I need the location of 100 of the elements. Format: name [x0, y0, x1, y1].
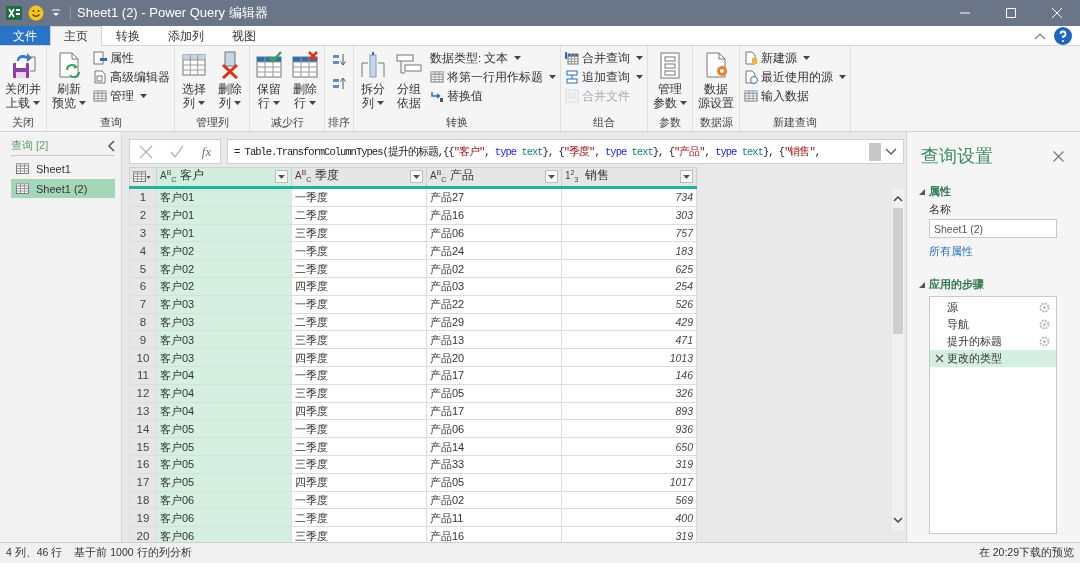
table-cell: 625 — [561, 259, 697, 278]
query-item[interactable]: Sheet1 — [11, 159, 115, 178]
column-header[interactable]: A$^{B}$$_{C}$ 季度 — [291, 167, 427, 188]
filter-button[interactable] — [410, 170, 423, 184]
table-cell: 产品05 — [426, 384, 562, 403]
table-cell: 569 — [561, 491, 697, 509]
step-item[interactable]: 更改的类型 — [930, 350, 1056, 367]
table-icon — [180, 51, 208, 79]
caret-icon — [514, 56, 522, 60]
table-cell: 650 — [561, 437, 697, 456]
all-properties-link[interactable]: 所有属性 — [929, 244, 1072, 259]
ribbon-button[interactable]: 关闭并 上载 — [2, 50, 44, 111]
column-header[interactable]: A$^{B}$$_{C}$ 客户 — [156, 167, 292, 188]
table-cell: 产品06 — [426, 419, 562, 438]
table-cell: 产品17 — [426, 366, 562, 385]
table-cell: 产品17 — [426, 402, 562, 420]
status-text: 4 列、46 行 — [6, 546, 63, 560]
table-icon — [93, 89, 107, 103]
ribbon-tab[interactable]: 主页 — [50, 26, 102, 46]
caret-icon — [680, 101, 687, 105]
ribbon-button[interactable]: 新建源 — [742, 50, 848, 66]
caret-icon — [839, 75, 846, 79]
ribbon-button[interactable]: 合并查询 — [563, 50, 645, 66]
status-text: 基于前 1000 行的列分析 — [74, 546, 192, 560]
file-tab[interactable]: 文件 — [0, 26, 50, 45]
formula-text: = Table.TransformColumnTypes(提升的标题,{{"客户", type text}, {"季度", type text}, {"产品", type text}, {"销售", — [234, 144, 822, 159]
table-cell: 产品14 — [426, 437, 562, 456]
ribbon-button[interactable]: 高级编辑器 — [91, 69, 172, 85]
filter-button[interactable] — [545, 170, 558, 184]
group-label: 参数 — [658, 115, 682, 130]
ribbon-button[interactable]: 分组 依据 — [392, 50, 426, 111]
table-cell: 产品16 — [426, 206, 562, 225]
table-cell: 四季度 — [291, 473, 427, 492]
table-menu-button[interactable] — [129, 167, 157, 188]
sort-descending-button[interactable] — [330, 76, 348, 92]
ribbon-button[interactable]: 属性 — [91, 50, 172, 66]
collapse-icon[interactable] — [919, 281, 925, 288]
insert-function-button[interactable]: fx — [201, 143, 212, 160]
table-cell: 四季度 — [291, 402, 427, 420]
table-cell: 一季度 — [291, 491, 427, 509]
step-item[interactable]: 导航 — [930, 316, 1056, 333]
collapse-ribbon-icon[interactable] — [1034, 31, 1046, 40]
table-cell: 产品06 — [426, 224, 562, 242]
column-header[interactable]: A$^{B}$$_{C}$ 产品 — [426, 167, 562, 188]
caret-icon — [234, 101, 241, 105]
ribbon-button[interactable]: 删除 行 — [288, 50, 322, 111]
ribbon-button[interactable]: 追加查询 — [563, 69, 645, 85]
ribbon-button[interactable]: 替换值 — [428, 88, 558, 104]
ribbon-button[interactable]: 数据类型: 文本 — [428, 50, 558, 66]
expand-formula-icon[interactable] — [885, 147, 897, 156]
caret-icon — [636, 75, 643, 79]
table-cell: 254 — [561, 277, 697, 296]
collapse-icon[interactable] — [919, 188, 925, 195]
query-item[interactable]: Sheet1 (2) — [11, 179, 115, 198]
smiley-icon[interactable] — [28, 5, 44, 21]
table-cell: 936 — [561, 419, 697, 438]
customize-toolbar-icon[interactable] — [50, 8, 62, 18]
ribbon-button[interactable]: 管理 — [91, 88, 172, 104]
scroll-up-icon[interactable] — [893, 195, 903, 202]
formula-field[interactable]: = Table.TransformColumnTypes(提升的标题,{{"客户", type text}, {"季度", type text}, {"产品", type text}, {"销售", — [227, 139, 904, 164]
collapse-pane-icon[interactable] — [107, 139, 115, 152]
table-cell: 二季度 — [291, 313, 427, 331]
ribbon-button[interactable]: 保留 行 — [252, 50, 286, 111]
group-label: 减少行 — [269, 115, 305, 130]
scroll-thumb[interactable] — [893, 208, 903, 334]
scroll-down-icon[interactable] — [893, 517, 903, 524]
table-cell: 产品24 — [426, 241, 562, 260]
step-item[interactable]: 提升的标题 — [930, 333, 1056, 350]
filter-button[interactable] — [680, 170, 693, 184]
excel-icon[interactable] — [6, 5, 22, 21]
ribbon-button[interactable]: 刷新 预览 — [49, 50, 89, 111]
ribbon-button[interactable]: 拆分 列 — [356, 50, 390, 111]
check-icon[interactable] — [170, 144, 185, 159]
caret-icon — [548, 174, 555, 179]
ribbon-button[interactable]: 管理 参数 — [650, 50, 690, 111]
table-cell: 一季度 — [291, 366, 427, 385]
ribbon-button[interactable]: 选择 列 — [177, 50, 211, 111]
table-icon — [16, 163, 29, 174]
ribbon-button[interactable]: 删除 列 — [213, 50, 247, 111]
close-icon[interactable] — [1053, 150, 1064, 162]
table-cell: 二季度 — [291, 206, 427, 225]
table-icon — [133, 170, 151, 182]
ribbon-button[interactable]: 将第一行用作标题 — [428, 69, 558, 85]
help-icon[interactable] — [1054, 26, 1072, 45]
maximize-icon[interactable] — [1006, 8, 1016, 18]
sort-ascending-button[interactable] — [330, 52, 348, 68]
ribbon-button[interactable]: 最近使用的源 — [742, 69, 848, 85]
table-cell: 893 — [561, 402, 697, 420]
vertical-scrollbar[interactable] — [892, 189, 904, 530]
filter-button[interactable] — [275, 170, 288, 184]
table-cell: 326 — [561, 384, 697, 403]
new-source-icon — [744, 51, 758, 65]
step-item[interactable]: 源 — [930, 299, 1056, 316]
caret-icon — [278, 174, 285, 179]
ribbon-button[interactable]: 数据 源设置 — [695, 50, 737, 111]
delete-step-icon[interactable] — [935, 354, 944, 363]
document-icon — [93, 70, 107, 84]
column-header[interactable]: 1$^{2}$$_{3}$ 销售 — [561, 167, 697, 188]
ribbon-button[interactable]: 输入数据 — [742, 88, 848, 104]
name-field[interactable]: Sheet1 (2) — [929, 219, 1057, 238]
